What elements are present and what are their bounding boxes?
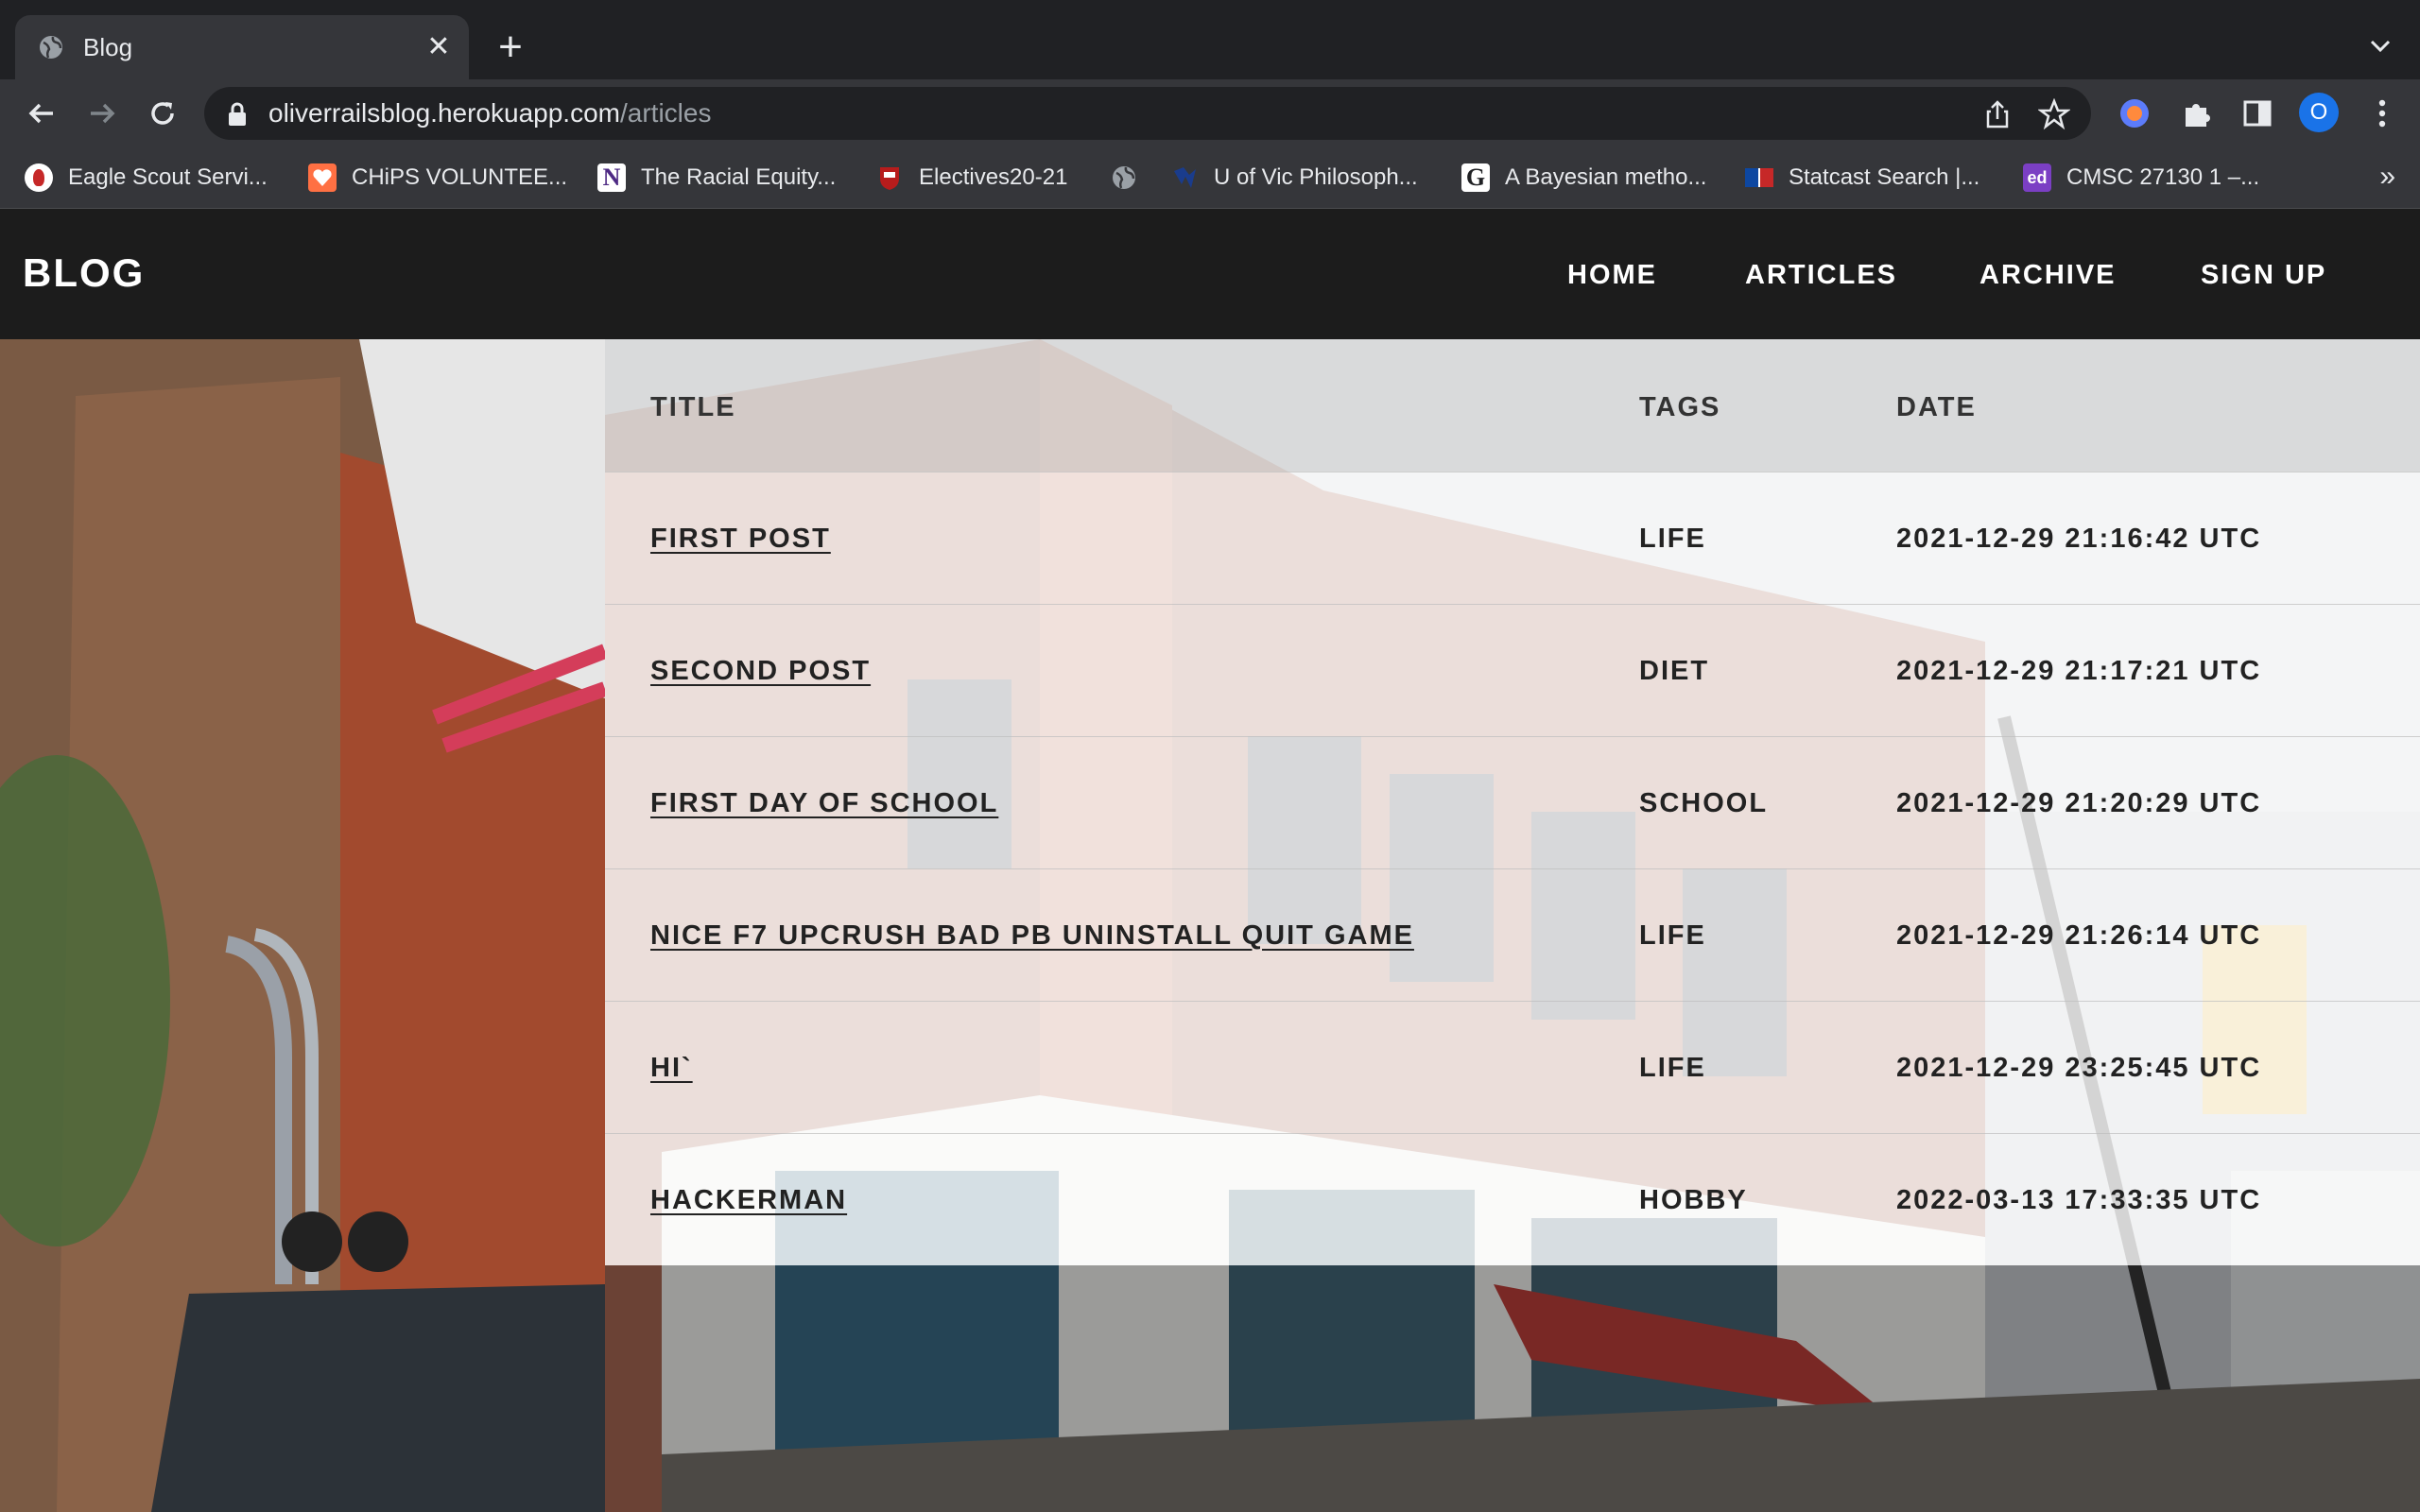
uvic-icon [1170, 163, 1199, 192]
article-tag: LIFE [1639, 920, 1706, 951]
crest-icon [875, 163, 904, 192]
tab-strip: Blog ✕ + [0, 0, 2420, 79]
column-header-title: TITLE [650, 392, 736, 422]
article-title-link[interactable]: FIRST DAY OF SCHOOL [650, 788, 998, 818]
articles-table: TITLE TAGS DATE FIRST POST LIFE 2021-12-… [605, 339, 2420, 1265]
page-viewport: BLOG HOME ARTICLES ARCHIVE SIGN UP TITLE… [0, 209, 2420, 1512]
bookmark-item[interactable]: CHiPS VOLUNTEE... [308, 161, 567, 195]
globe-icon [1110, 163, 1138, 192]
article-date: 2021-12-29 21:17:21 UTC [1896, 656, 2262, 686]
bookmark-item[interactable]: Electives20-21 [875, 161, 1067, 195]
article-date: 2021-12-29 21:20:29 UTC [1896, 788, 2262, 818]
nav-sign-up[interactable]: SIGN UP [2201, 260, 2326, 291]
bookmark-item[interactable] [1110, 161, 1153, 195]
address-bar[interactable]: oliverrailsblog.herokuapp.com/articles [204, 87, 2091, 140]
nav-home[interactable]: HOME [1567, 260, 1657, 291]
article-tag: LIFE [1639, 1053, 1706, 1083]
globe-icon [40, 36, 62, 59]
bookmark-item[interactable]: G A Bayesian metho... [1461, 161, 1706, 195]
chevron-down-icon[interactable] [2363, 32, 2397, 60]
table-body: FIRST POST LIFE 2021-12-29 21:16:42 UTC … [605, 472, 2420, 1265]
url-host: oliverrailsblog.herokuapp.com [268, 98, 620, 128]
table-header: TITLE TAGS DATE [605, 339, 2420, 472]
google-scholar-g-icon: G [1461, 163, 1490, 192]
column-header-tags: TAGS [1639, 392, 1721, 422]
bookmarks-overflow-button[interactable]: » [2379, 161, 2395, 193]
scout-icon [25, 163, 53, 192]
browser-toolbar: oliverrailsblog.herokuapp.com/articles O [0, 79, 2420, 147]
article-title-link[interactable]: HI` [650, 1053, 693, 1083]
article-title-link[interactable]: HACKERMAN [650, 1185, 847, 1215]
content-panel-shade [605, 1265, 2420, 1512]
side-panel-icon[interactable] [2240, 96, 2274, 130]
share-icon[interactable] [1981, 98, 2014, 130]
article-title-link[interactable]: FIRST POST [650, 524, 831, 554]
bookmark-item[interactable]: ed CMSC 27130 1 –... [2023, 161, 2259, 195]
article-date: 2022-03-13 17:33:35 UTC [1896, 1185, 2262, 1215]
nav-articles[interactable]: ARTICLES [1745, 260, 1897, 291]
bookmark-item[interactable]: U of Vic Philosoph... [1170, 161, 1418, 195]
article-tag: LIFE [1639, 524, 1706, 554]
bookmark-star-icon[interactable] [2038, 98, 2070, 130]
browser-tab[interactable]: Blog ✕ [15, 15, 469, 79]
article-tag: SCHOOL [1639, 788, 1769, 818]
bookmark-item[interactable]: N The Racial Equity... [597, 161, 836, 195]
mlb-icon [1745, 168, 1773, 187]
bookmark-item[interactable]: Eagle Scout Servi... [25, 161, 268, 195]
puzzle-extensions-icon[interactable] [2180, 96, 2214, 130]
article-title-link[interactable]: NICE F7 UPCRUSH BAD PB UNINSTALL QUIT GA… [650, 920, 1414, 951]
article-date: 2021-12-29 23:25:45 UTC [1896, 1053, 2262, 1083]
table-row: HACKERMAN HOBBY 2022-03-13 17:33:35 UTC [605, 1133, 2420, 1266]
profile-avatar[interactable]: O [2299, 93, 2339, 132]
table-row: NICE F7 UPCRUSH BAD PB UNINSTALL QUIT GA… [605, 868, 2420, 1002]
article-date: 2021-12-29 21:16:42 UTC [1896, 524, 2262, 554]
lock-icon[interactable] [227, 102, 248, 127]
heart-icon [308, 163, 337, 192]
back-arrow-icon[interactable] [23, 94, 60, 132]
nav-archive[interactable]: ARCHIVE [1979, 260, 2117, 291]
new-tab-button[interactable]: + [492, 26, 529, 68]
ed-discussion-icon: ed [2023, 163, 2051, 192]
article-title-link[interactable]: SECOND POST [650, 656, 871, 686]
article-date: 2021-12-29 21:26:14 UTC [1896, 920, 2262, 951]
northwestern-n-icon: N [597, 163, 626, 192]
article-tag: DIET [1639, 656, 1710, 686]
bookmark-item[interactable]: Statcast Search |... [1745, 161, 1979, 195]
tab-title: Blog [83, 33, 133, 61]
table-row: FIRST POST LIFE 2021-12-29 21:16:42 UTC [605, 472, 2420, 605]
more-vertical-icon[interactable] [2363, 94, 2401, 132]
article-tag: HOBBY [1639, 1185, 1748, 1215]
reload-icon[interactable] [144, 94, 182, 132]
table-row: SECOND POST DIET 2021-12-29 21:17:21 UTC [605, 604, 2420, 737]
url-path: /articles [619, 98, 712, 128]
site-navbar: BLOG HOME ARTICLES ARCHIVE SIGN UP [0, 209, 2420, 339]
extension-vpn-icon[interactable] [2118, 96, 2152, 130]
table-row: FIRST DAY OF SCHOOL SCHOOL 2021-12-29 21… [605, 736, 2420, 869]
table-row: HI` LIFE 2021-12-29 23:25:45 UTC [605, 1001, 2420, 1134]
forward-arrow-icon[interactable] [83, 94, 121, 132]
url-text: oliverrailsblog.herokuapp.com/articles [268, 98, 711, 129]
close-icon[interactable]: ✕ [424, 32, 454, 62]
column-header-date: DATE [1896, 392, 1977, 422]
site-brand-logo[interactable]: BLOG [23, 250, 145, 296]
bookmarks-bar: Eagle Scout Servi... CHiPS VOLUNTEE... N… [0, 147, 2420, 209]
